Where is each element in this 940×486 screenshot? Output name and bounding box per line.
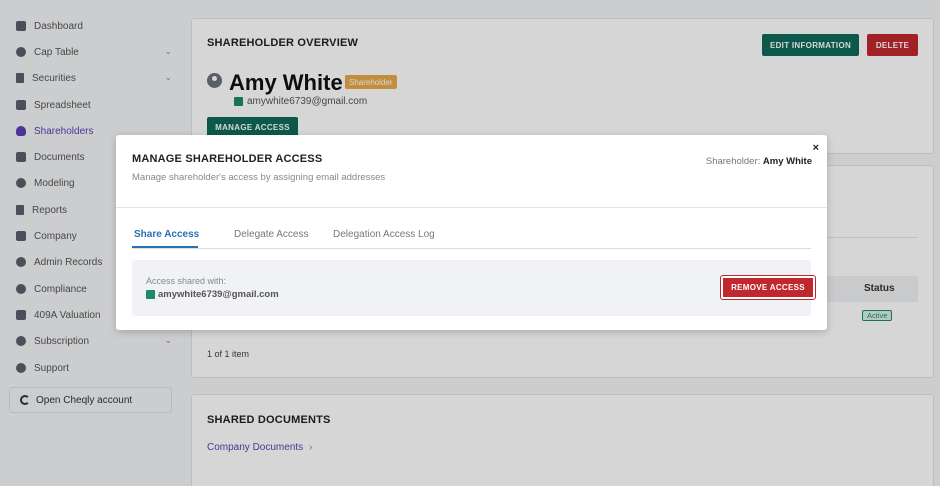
shareholder-label-prefix: Shareholder:: [705, 156, 761, 167]
close-icon[interactable]: ×: [813, 142, 819, 154]
manage-access-modal: MANAGE SHAREHOLDER ACCESS Manage shareho…: [116, 135, 827, 330]
tab-delegate-access[interactable]: Delegate Access: [234, 229, 309, 240]
divider: [116, 207, 827, 208]
shareholder-label: Shareholder: Amy White: [706, 156, 812, 167]
active-tab-indicator: [132, 246, 198, 248]
shared-email: amywhite6739@gmail.com: [158, 289, 279, 300]
access-shared-panel: Access shared with: amywhite6739@gmail.c…: [132, 260, 816, 316]
access-shared-label: Access shared with:: [146, 276, 227, 286]
shareholder-label-name: Amy White: [762, 156, 812, 167]
remove-access-button[interactable]: REMOVE ACCESS: [720, 275, 816, 300]
tab-delegation-access-log[interactable]: Delegation Access Log: [333, 229, 435, 240]
access-tabs: Share Access Delegate Access Delegation …: [132, 224, 811, 249]
modal-title: MANAGE SHAREHOLDER ACCESS: [132, 153, 323, 165]
tab-share-access[interactable]: Share Access: [134, 229, 199, 240]
email-icon: [146, 290, 155, 299]
modal-subtitle: Manage shareholder's access by assigning…: [132, 172, 386, 183]
